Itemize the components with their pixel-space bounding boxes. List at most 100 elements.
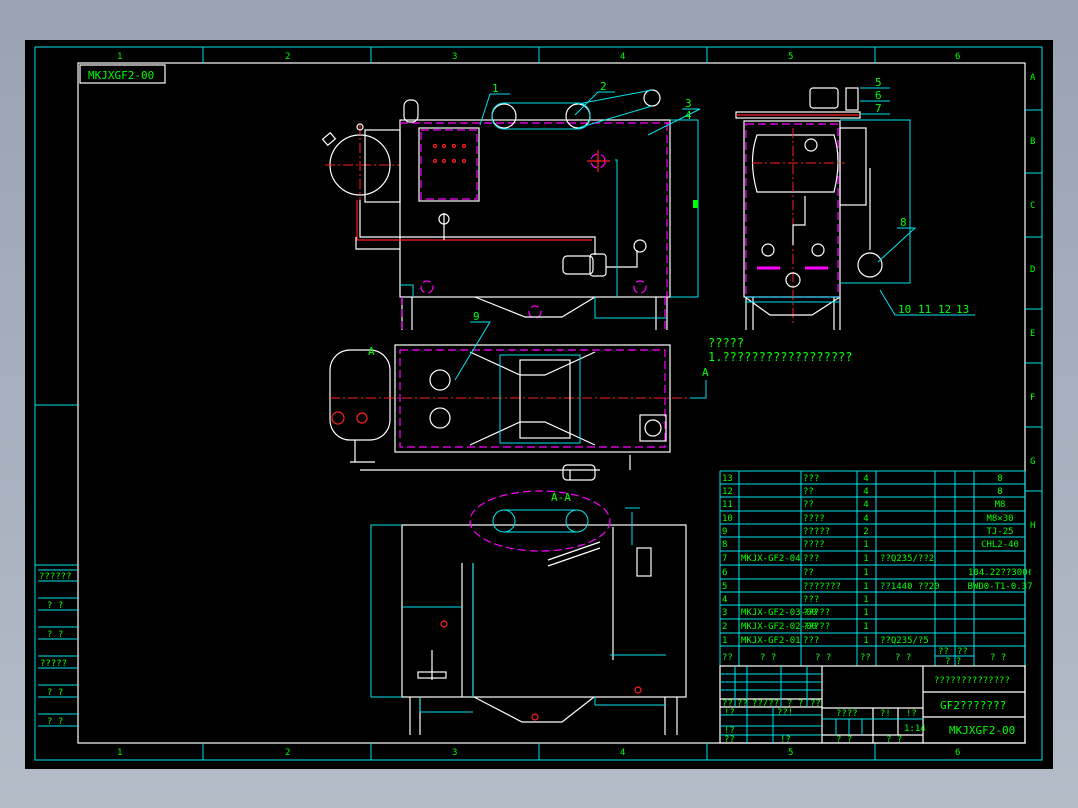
parts-cell-name: ????? <box>803 622 830 632</box>
parts-cell-no: 12 <box>722 487 733 497</box>
row-label: G <box>1030 457 1035 467</box>
parts-cell-qty: 4 <box>863 474 868 484</box>
balloon: 12 <box>938 303 951 316</box>
company-name: ?????????????? <box>934 676 1010 686</box>
parts-cell-no: 5 <box>722 582 727 592</box>
parts-cell-name: ??? <box>803 554 819 564</box>
parts-cell-qty: 1 <box>863 582 868 592</box>
parts-header-total: ?? <box>957 647 968 657</box>
section-marker: A <box>368 345 375 358</box>
parts-cell-spec: TJ-25 <box>986 527 1013 537</box>
strip-label: ? ? <box>47 717 63 727</box>
parts-cell-no: 3 <box>722 608 727 618</box>
col-label: 3 <box>452 748 457 758</box>
parts-cell-qty: 1 <box>863 568 868 578</box>
balloon: 10 <box>898 303 911 316</box>
scale-value: 1:14 <box>904 724 926 734</box>
tb-label: ?? <box>737 699 748 709</box>
parts-cell-spec: 8 <box>997 487 1002 497</box>
tb-label: ???? <box>836 709 858 719</box>
tb-label: !? <box>906 709 917 719</box>
row-label: A <box>1030 73 1036 83</box>
strip-label: ?????? <box>39 572 72 582</box>
col-label: 1 <box>117 748 122 758</box>
col-label: 6 <box>955 52 960 62</box>
tb-label: ?? <box>810 699 821 709</box>
strip-label: ????? <box>40 659 67 669</box>
tb-label: ?! <box>880 709 891 719</box>
balloon: 9 <box>473 310 480 323</box>
parts-cell-name: ??? <box>803 474 819 484</box>
strip-label: ? ? <box>47 630 63 640</box>
parts-cell-no: 13 <box>722 474 733 484</box>
parts-cell-qty: 4 <box>863 500 868 510</box>
parts-cell-name: ???? <box>803 514 825 524</box>
parts-cell-qty: 1 <box>863 622 868 632</box>
balloon: 7 <box>875 102 882 115</box>
parts-header-spec: ? ? <box>990 653 1006 663</box>
col-label: 2 <box>285 748 290 758</box>
tb-label: !? <box>724 708 735 718</box>
balloon: 13 <box>956 303 969 316</box>
parts-cell-code: MKJX-GF2-04 <box>741 554 801 564</box>
balloon: 5 <box>875 76 882 89</box>
balloon: 2 <box>600 80 607 93</box>
notes-line: 1.?????????????????? <box>708 350 853 364</box>
row-label: B <box>1030 137 1035 147</box>
cad-drawing-sheet: 1 2 3 4 5 6 1 2 3 4 5 6 A B C D E F G H … <box>25 40 1053 769</box>
section-title: A-A <box>551 491 571 504</box>
product-name: GF2??????? <box>940 699 1006 712</box>
parts-cell-qty: 1 <box>863 540 868 550</box>
parts-cell-name: ??? <box>803 636 819 646</box>
col-label: 4 <box>620 748 625 758</box>
section-marker: A <box>702 366 709 379</box>
tb-label: !? <box>780 735 791 745</box>
row-label: C <box>1030 201 1035 211</box>
notes-heading: ????? <box>708 336 744 350</box>
parts-cell-material: ??Q235/??2 <box>880 554 934 564</box>
parts-cell-name: ????? <box>803 608 830 618</box>
parts-cell-spec: CHL2-40 <box>981 540 1019 550</box>
tb-label: ? ? <box>836 735 852 745</box>
row-label: H <box>1030 521 1035 531</box>
col-label: 5 <box>788 52 793 62</box>
parts-cell-name: ????? <box>803 527 830 537</box>
parts-cell-name: ???? <box>803 540 825 550</box>
parts-header-single: ?? <box>938 647 949 657</box>
strip-label: ? ? <box>47 601 63 611</box>
tb-label: ??! <box>777 708 793 718</box>
parts-header-qty: ?? <box>860 653 871 663</box>
tb-label: ??/?? <box>752 699 779 709</box>
parts-cell-name: ??????? <box>803 582 841 592</box>
parts-cell-name: ?? <box>803 500 814 510</box>
col-label: 2 <box>285 52 290 62</box>
parts-cell-qty: 1 <box>863 554 868 564</box>
parts-cell-material: ??Q235/?5 <box>880 636 929 646</box>
col-label: 1 <box>117 52 122 62</box>
parts-cell-spec: M8×30 <box>986 514 1013 524</box>
row-label: E <box>1030 329 1035 339</box>
col-label: 5 <box>788 748 793 758</box>
parts-cell-no: 4 <box>722 595 727 605</box>
parts-header-material: ? ? <box>895 653 911 663</box>
balloon: 8 <box>900 216 907 229</box>
parts-cell-no: 8 <box>722 540 727 550</box>
parts-cell-no: 9 <box>722 527 727 537</box>
row-label: F <box>1030 393 1035 403</box>
parts-cell-material: ??1440 ??20 <box>880 582 940 592</box>
parts-cell-no: 11 <box>722 500 733 510</box>
col-label: 4 <box>620 52 625 62</box>
balloon: 1 <box>492 82 499 95</box>
parts-cell-qty: 2 <box>863 527 868 537</box>
parts-cell-name: ?? <box>803 487 814 497</box>
parts-cell-qty: 4 <box>863 487 868 497</box>
parts-cell-qty: 1 <box>863 636 868 646</box>
parts-cell-no: 1 <box>722 636 727 646</box>
parts-cell-no: 2 <box>722 622 727 632</box>
parts-header-code: ? ? <box>760 653 776 663</box>
col-label: 3 <box>452 52 457 62</box>
parts-cell-name: ?? <box>803 568 814 578</box>
tb-label: ?? <box>724 735 735 745</box>
parts-cell-qty: 1 <box>863 595 868 605</box>
parts-cell-code: MKJX-GF2-01 <box>741 636 801 646</box>
